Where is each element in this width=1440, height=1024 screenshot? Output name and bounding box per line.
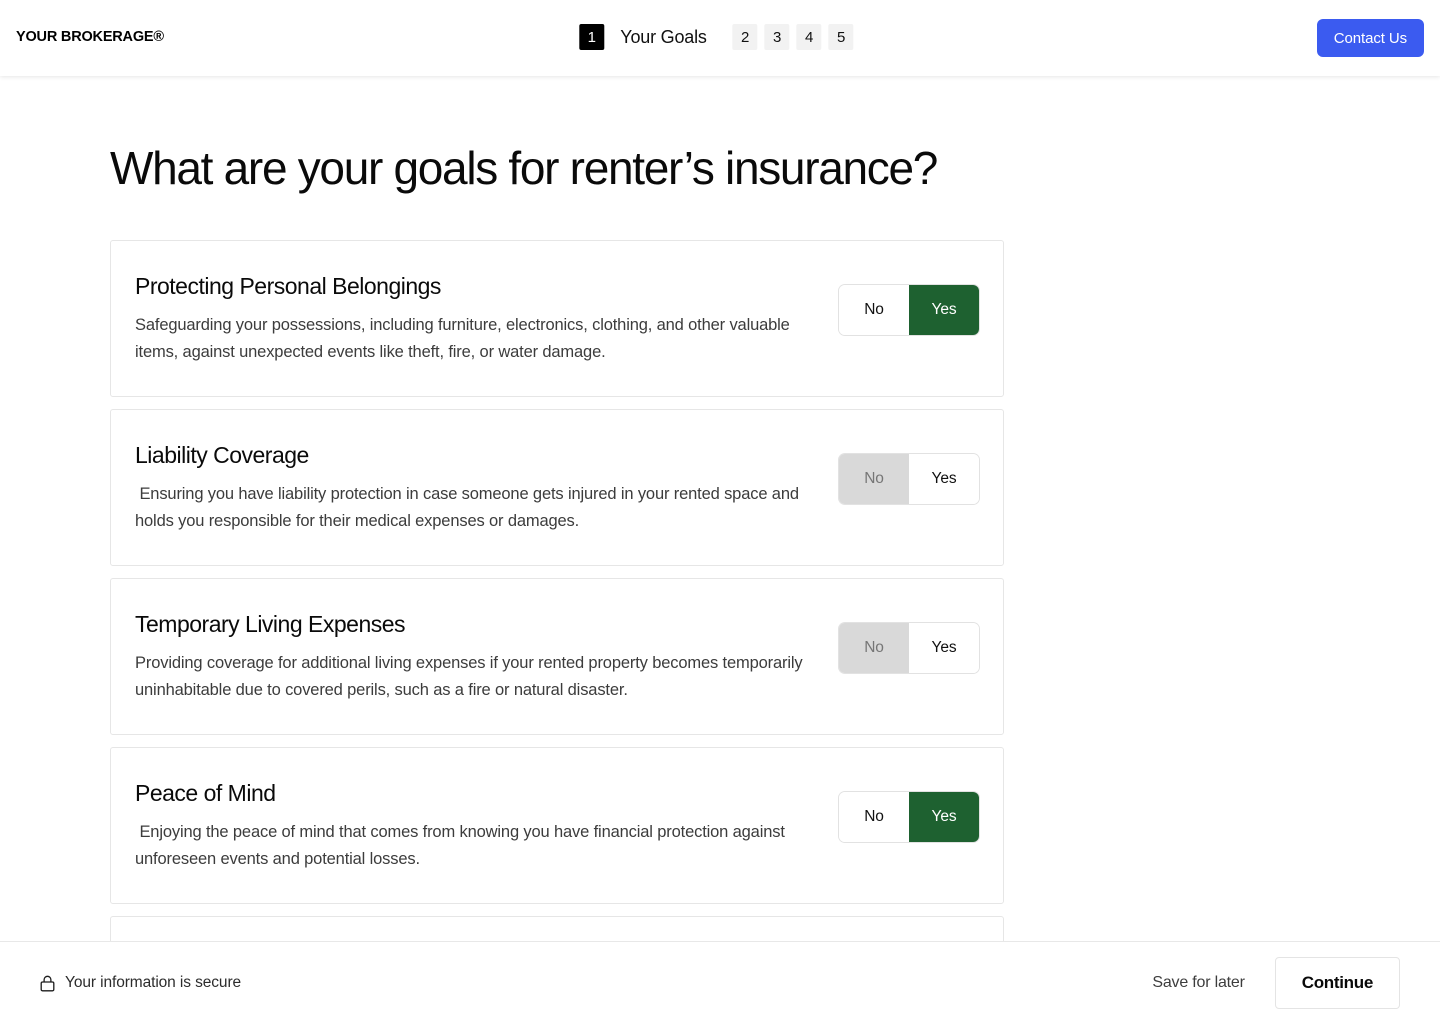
goal-card-description: Safeguarding your possessions, including… [135,316,795,361]
goal-card-description: Ensuring you have liability protection i… [135,485,804,530]
step-1-pill[interactable]: 1 [579,24,605,50]
toggle-option-no[interactable]: No [839,792,909,842]
brand-logo: YOUR BROKERAGE® [16,29,164,45]
step-4-pill[interactable]: 4 [796,24,822,50]
continue-button[interactable]: Continue [1274,957,1400,1009]
footer-actions: Save for later Continue [1152,957,1400,1009]
content-column: What are your goals for renter’s insuran… [0,140,1440,941]
main-scroll-area[interactable]: What are your goals for renter’s insuran… [0,76,1440,941]
goal-card-list: Protecting Personal Belongings Safeguard… [110,240,1004,941]
goal-toggle[interactable]: No Yes [839,454,979,504]
page-root: YOUR BROKERAGE® 1 Your Goals 2 3 4 5 Con… [0,0,1440,1024]
goal-card-description: Providing coverage for additional living… [135,654,807,699]
toggle-option-no[interactable]: No [839,285,909,335]
page-title: What are your goals for renter’s insuran… [110,142,938,194]
toggle-option-yes[interactable]: Yes [909,792,979,842]
contact-us-button[interactable]: Contact Us [1316,19,1424,57]
goal-card[interactable]: Liability Coverage Ensuring you have lia… [110,409,1004,566]
app-footer: Your information is secure Save for late… [0,941,1440,1024]
step-1-label: Your Goals [620,26,707,47]
goal-toggle[interactable]: No Yes [839,285,979,335]
goal-card-description: Enjoying the peace of mind that comes fr… [135,823,790,868]
step-indicator: 1 Your Goals 2 3 4 5 [579,24,860,50]
toggle-option-yes[interactable]: Yes [909,285,979,335]
goal-card[interactable]: Peace of Mind Enjoying the peace of mind… [110,747,1004,904]
goal-card[interactable]: Temporary Living Expenses Providing cove… [110,578,1004,735]
step-2-pill[interactable]: 2 [732,24,758,50]
step-5-pill[interactable]: 5 [828,24,854,50]
goal-toggle[interactable]: No Yes [839,792,979,842]
goal-card[interactable]: Protecting Personal Belongings Safeguard… [110,240,1004,397]
step-3-pill[interactable]: 3 [764,24,790,50]
lock-icon [40,975,55,992]
goal-toggle[interactable]: No Yes [839,623,979,673]
save-for-later-button[interactable]: Save for later [1152,974,1245,992]
secure-notice: Your information is secure [40,974,241,992]
secure-text: Your information is secure [65,974,242,991]
goal-card[interactable]: Affordable Premiums No Yes [110,916,1004,941]
toggle-option-no[interactable]: No [839,454,909,504]
toggle-option-yes[interactable]: Yes [909,623,979,673]
toggle-option-no[interactable]: No [839,623,909,673]
app-header: YOUR BROKERAGE® 1 Your Goals 2 3 4 5 Con… [0,0,1440,76]
toggle-option-yes[interactable]: Yes [909,454,979,504]
